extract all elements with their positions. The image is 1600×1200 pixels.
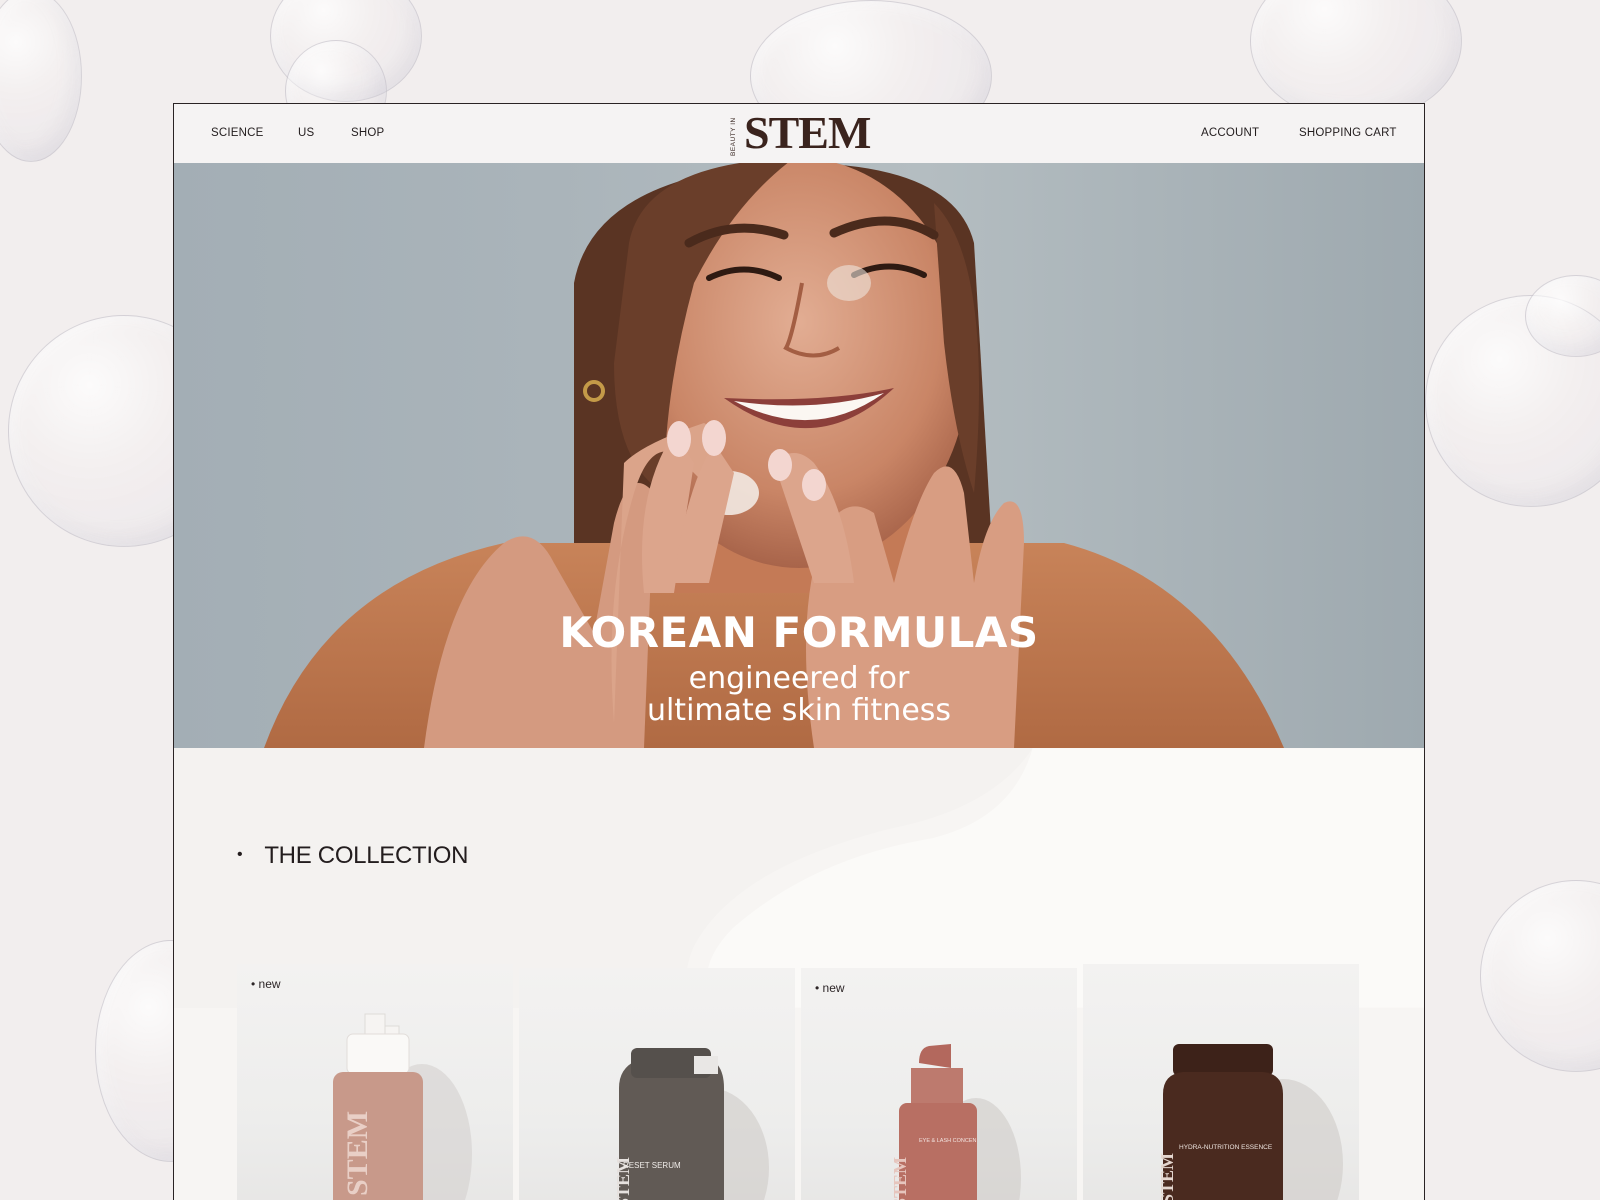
nav-link-shop[interactable]: SHOP bbox=[351, 127, 384, 139]
product-label: HYDRA-NUTRITION ESSENCE bbox=[1179, 1144, 1273, 1151]
logo-tagline: BEAUTY IN bbox=[730, 117, 737, 156]
brand-logo[interactable]: BEAUTY IN STEM bbox=[730, 107, 880, 158]
product-label: EYE & LASH CONCEN bbox=[919, 1138, 977, 1144]
bubble-decoration bbox=[1480, 880, 1600, 1072]
nav-link-account[interactable]: ACCOUNT bbox=[1201, 127, 1259, 139]
product-bottle-foam: STEM bbox=[333, 1013, 472, 1200]
product-card[interactable]: • new STEM EYE & LASH CONCEN bbox=[801, 968, 1077, 1200]
product-bottle-hydra-nutrition: STEM bbox=[1157, 1044, 1343, 1200]
svg-text:STEM: STEM bbox=[341, 1111, 374, 1196]
svg-text:STEM: STEM bbox=[1157, 1153, 1177, 1200]
logo-wordmark: STEM bbox=[744, 107, 871, 158]
hero-title: KOREAN FORMULAS bbox=[559, 608, 1039, 657]
top-navigation: SCIENCE US SHOP BEAUTY IN STEM ACCOUNT S… bbox=[174, 104, 1424, 164]
product-bottle-eye-lash: STEM bbox=[890, 1044, 1021, 1200]
hero-subtitle-line-2: ultimate skin fitness bbox=[646, 693, 952, 728]
collection-title: THE COLLECTION bbox=[264, 842, 469, 869]
bullet-icon: • bbox=[237, 845, 243, 863]
nav-link-us[interactable]: US bbox=[298, 127, 314, 139]
hero-banner: KOREAN FORMULAS engineered for ultimate … bbox=[174, 163, 1424, 748]
product-label: RESET SERUM bbox=[623, 1161, 681, 1170]
product-card[interactable]: STEM HYDRA-NUTRITION ESSENCE bbox=[1083, 964, 1359, 1200]
browser-frame: SCIENCE US SHOP BEAUTY IN STEM ACCOUNT S… bbox=[173, 103, 1425, 1200]
hero-subtitle: engineered for ultimate skin fitness bbox=[174, 663, 1424, 727]
svg-text:STEM: STEM bbox=[890, 1157, 910, 1200]
nav-link-science[interactable]: SCIENCE bbox=[211, 127, 264, 139]
hero-subtitle-line-1: engineered for bbox=[688, 661, 910, 696]
nav-link-shopping-cart[interactable]: SHOPPING CART bbox=[1299, 127, 1397, 139]
bubble-decoration bbox=[0, 0, 82, 162]
collection-heading: • THE COLLECTION bbox=[237, 842, 468, 870]
product-card[interactable]: • new STEM bbox=[237, 964, 513, 1200]
product-card[interactable]: STEM RESET SERUM bbox=[519, 968, 795, 1200]
